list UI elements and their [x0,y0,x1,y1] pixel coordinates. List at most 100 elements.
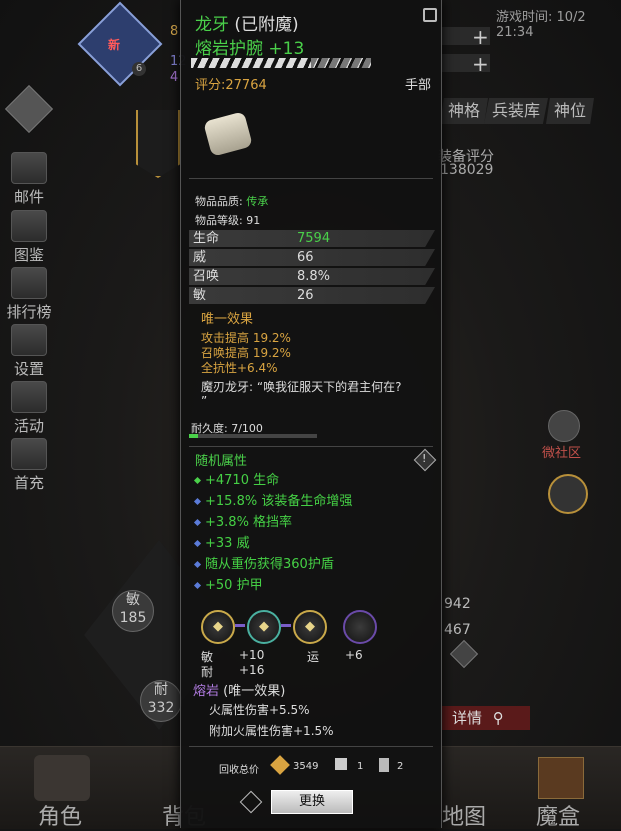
gem-socket[interactable]: ◆ [293,610,327,644]
stat-row: 生命 7594 [189,230,435,247]
tab-godhood[interactable]: 神格 [440,98,489,124]
unique-effect: 全抗性+6.4% [201,361,278,375]
item-tooltip: 龙牙 (已附魔) 熔岩护腕 +13 评分:27764 手部 物品品质: 传承 物… [180,0,442,828]
enchant-name: 熔岩护腕 +13 [195,39,305,59]
side-btn-label: 邮件 [13,188,44,206]
hp-text-1: 8 [170,24,179,39]
add-resource-2-icon[interactable]: + [472,52,489,76]
hp-text-3: 4 [170,70,179,85]
gear-icon [11,324,47,356]
quality-label: 物品品质: [195,195,243,208]
material-2-icon [379,758,389,772]
durability-bar [189,434,317,438]
gem-socket-empty[interactable] [343,610,377,644]
end-badge: 耐 332 [140,680,182,722]
add-resource-1-icon[interactable]: + [472,25,489,49]
nav-magic-box[interactable]: 魔盒 [536,799,580,831]
material-1-icon [335,758,347,770]
gem-socket[interactable]: ◆ [201,610,235,644]
emblem-icon[interactable] [548,474,588,514]
recycle-gold: 3549 [293,761,319,772]
random-attr: 随从重伤获得360护盾 [193,553,334,572]
item-level: 物品等级: 91 [195,214,261,227]
durability-fill [189,434,198,438]
side-btn-first-recharge[interactable]: 首充 [6,438,52,493]
end-value: 332 [147,700,175,716]
search-icon: ⚲ [492,709,504,727]
random-attr: +3.8% 格挡率 [193,511,293,530]
events-icon [11,381,47,413]
stat-name: 召唤 [193,269,220,284]
side-btn-mail[interactable]: 邮件 [6,152,52,207]
random-attr-text: +15.8% 该装备生命增强 [205,494,353,509]
warning-mark: ! [422,452,427,465]
random-attr: +15.8% 该装备生命增强 [193,490,353,509]
character-icon [34,755,90,801]
divider [189,178,433,179]
enchant-tag: (已附魔) [234,15,299,35]
side-btn-label: 首充 [13,474,44,492]
community-icon[interactable] [548,410,580,442]
side-btn-settings[interactable]: 设置 [6,324,52,379]
swap-icon[interactable] [239,790,263,814]
random-attr: +4710 生命 [193,469,279,488]
stat-row: 召唤 8.8% [189,268,435,285]
side-btn-label: 排行榜 [6,303,52,321]
set-effect: 附加火属性伤害+1.5% [209,724,334,738]
game-time: 游戏时间: 10/2 21:34 [496,10,586,40]
gem-link [281,624,291,627]
nav-character[interactable]: 角色 [38,799,82,831]
nav-map[interactable]: 地图 [442,799,486,831]
stat-num-2: 467 [444,622,471,638]
divider [189,746,433,747]
side-btn-label: 活动 [13,417,44,435]
attr-bullet [193,560,202,569]
flavor-text: 魔刃龙牙: “唤我征服天下的君主何在? [201,380,402,394]
random-attr-text: +3.8% 格挡率 [205,515,293,530]
agi-label: 敏 [126,592,140,608]
unique-title: 唯一效果 [201,312,254,327]
attr-bullet [193,581,202,590]
gem-stat-value: +16 [239,663,265,677]
stat-name: 威 [193,250,207,265]
gem-stat-label: 耐 [201,665,214,679]
stat-value: 66 [297,250,314,265]
item-name-line: 龙牙 (已附魔) [195,10,299,35]
tab-arsenal[interactable]: 兵装库 [484,98,549,124]
side-btn-codex[interactable]: 图鉴 [6,210,52,265]
divider [189,446,433,447]
recharge-icon [11,438,47,470]
replace-button[interactable]: 更换 [271,790,353,814]
gem-socket[interactable]: ◆ [247,610,281,644]
item-score: 评分:27764 [195,78,267,93]
stat-row: 威 66 [189,249,435,266]
random-title: 随机属性 [195,454,248,469]
banner-flag [136,110,180,178]
quality-value: 传承 [246,195,269,208]
detail-button-label: 详情 [452,709,483,727]
community-label: 微社区 [542,446,582,461]
set-name: 熔岩 [193,684,220,699]
recycle-item-2: 2 [397,761,404,772]
side-btn-events[interactable]: 活动 [6,381,52,436]
attr-bullet [193,497,202,506]
side-btn-ranking[interactable]: 排行榜 [6,267,52,322]
flavor-text-end: ” [201,394,208,408]
new-badge: 新 [108,38,121,52]
item-slot: 手部 [405,78,432,93]
lock-icon[interactable] [423,8,437,22]
side-btn-label: 设置 [13,360,44,378]
tab-divine-seat[interactable]: 神位 [546,98,595,124]
stat-num-1: 942 [444,596,471,612]
detail-button[interactable]: 详情 ⚲ [440,706,530,730]
item-icon [203,111,253,157]
end-label: 耐 [154,682,168,698]
magic-box-icon [538,757,584,799]
attr-bullet [193,476,202,485]
level-badge: 6 [132,62,146,76]
gem-stat-value: +6 [345,648,363,662]
book-icon [11,210,47,242]
attr-bullet [193,518,202,527]
stat-name: 敏 [193,288,207,303]
agi-value: 185 [119,610,147,626]
